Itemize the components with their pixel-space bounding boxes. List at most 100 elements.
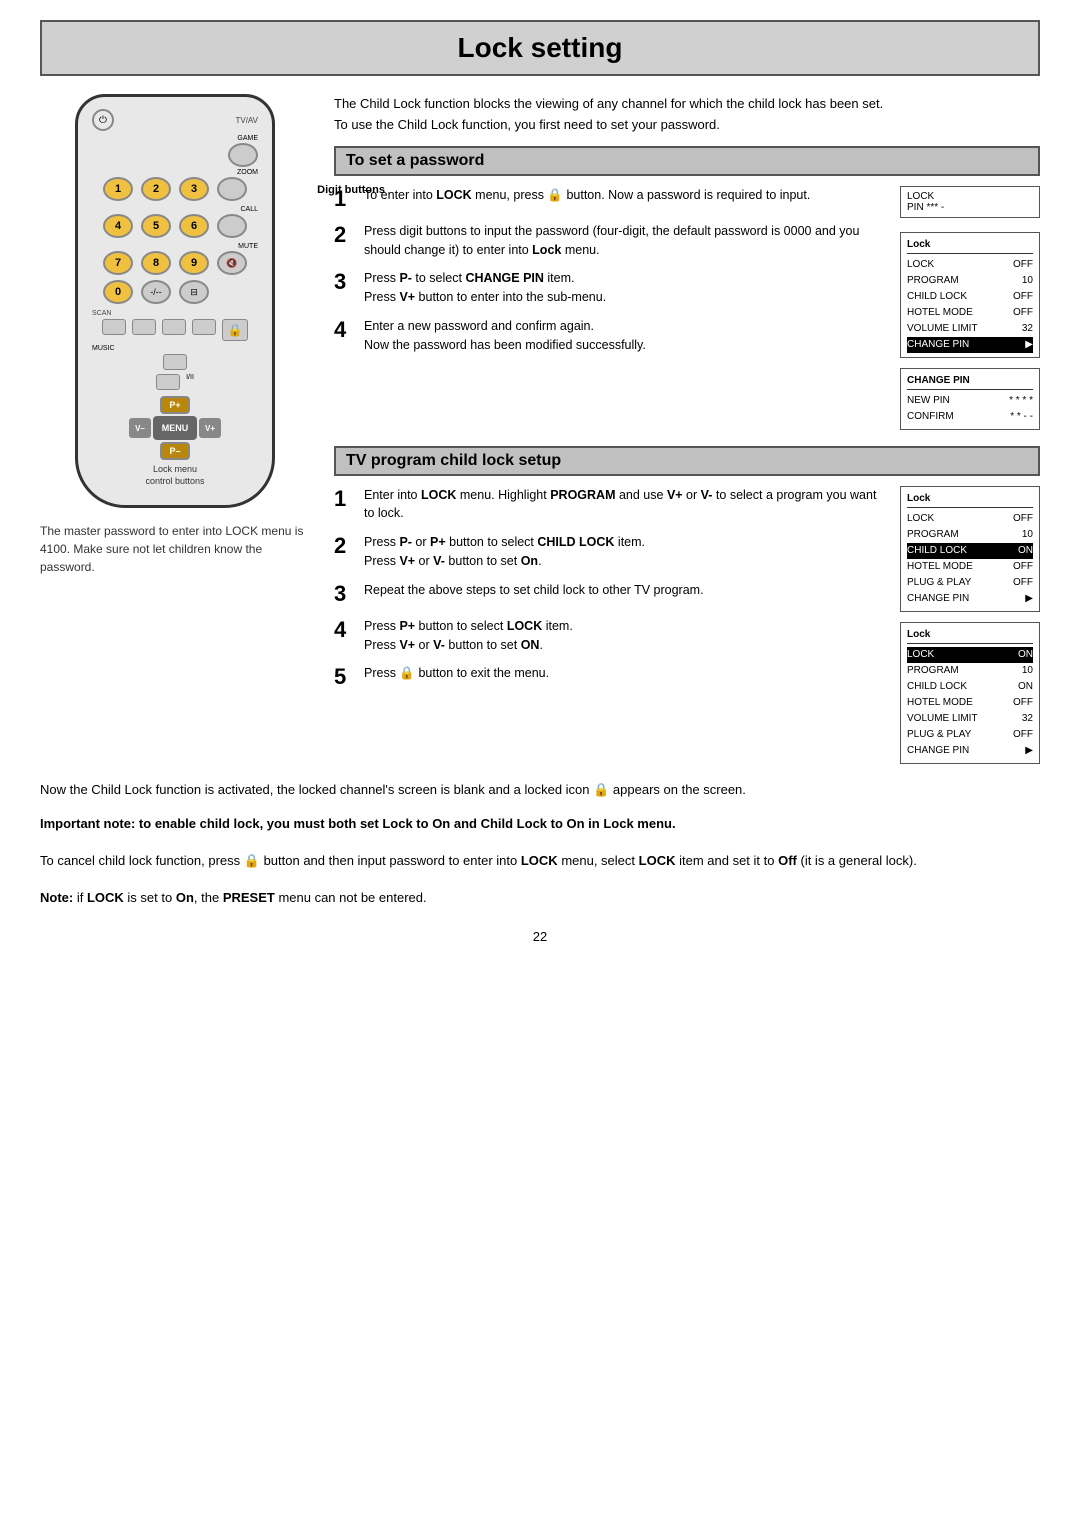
call-label: CALL: [92, 206, 258, 213]
lock-screen1-row5: VOLUME LIMIT32: [907, 321, 1033, 337]
lock-screen2: Lock LOCKOFF PROGRAM10 CHILD LOCKON HOTE…: [900, 486, 1040, 612]
rec-button[interactable]: [132, 319, 156, 335]
s2-step1: 1 Enter into LOCK menu. Highlight PROGRA…: [334, 486, 888, 524]
btn-9[interactable]: 9: [179, 251, 209, 275]
section1-header: To set a password: [334, 146, 1040, 176]
subtitle-button[interactable]: ⊟: [179, 280, 209, 304]
p-plus-button[interactable]: P+: [160, 396, 190, 414]
btn-5[interactable]: 5: [141, 214, 171, 238]
btn-4[interactable]: 4: [103, 214, 133, 238]
ls2-row2: PROGRAM10: [907, 527, 1033, 543]
step1-text: To enter into LOCK menu, press 🔒 button.…: [364, 186, 810, 212]
important-note: Important note: to enable child lock, yo…: [40, 814, 1040, 835]
change-pin-row1: NEW PIN* * * *: [907, 393, 1033, 409]
ls2-row4: HOTEL MODEOFF: [907, 559, 1033, 575]
power-button[interactable]: ⏻: [92, 109, 114, 131]
lock-screen1-row3: CHILD LOCKOFF: [907, 289, 1033, 305]
step3: 3 Press P- to select CHANGE PIN item.Pre…: [334, 269, 888, 307]
step2-num: 2: [334, 222, 356, 260]
btn-2[interactable]: 2: [141, 177, 171, 201]
ls2-row3: CHILD LOCKON: [907, 543, 1033, 559]
music-button[interactable]: [163, 354, 187, 370]
lock-screen1-row1: LOCKOFF: [907, 257, 1033, 273]
lock-screen1-row4: HOTEL MODEOFF: [907, 305, 1033, 321]
ls2-row6: CHANGE PIN▶: [907, 591, 1033, 607]
section2-header: TV program child lock setup: [334, 446, 1040, 476]
preset-note: Note: if LOCK is set to On, the PRESET m…: [40, 888, 1040, 909]
ls3-row1: LOCKON: [907, 647, 1033, 663]
tv-av-button[interactable]: [228, 143, 258, 167]
ls3-row3: CHILD LOCKON: [907, 679, 1033, 695]
btn-0[interactable]: 0: [103, 280, 133, 304]
p-minus-button[interactable]: P–: [160, 442, 190, 460]
cancel-note: To cancel child lock function, press 🔒 b…: [40, 851, 1040, 872]
scan-label: SCAN: [92, 310, 111, 317]
step4-text: Enter a new password and confirm again.N…: [364, 317, 646, 355]
pin-line1: LOCK: [907, 191, 1033, 202]
ls3-row4: HOTEL MODEOFF: [907, 695, 1033, 711]
section2-screens: Lock LOCKOFF PROGRAM10 CHILD LOCKON HOTE…: [900, 486, 1040, 764]
digit-buttons-label: Digit buttons: [317, 184, 385, 196]
ls3-row5: VOLUME LIMIT32: [907, 711, 1033, 727]
pin-line2: PIN *** -: [907, 202, 1033, 213]
section2-steps: 1 Enter into LOCK menu. Highlight PROGRA…: [334, 486, 888, 764]
i-ii-button[interactable]: [156, 374, 180, 390]
page-title: Lock setting: [40, 20, 1040, 76]
zoom-label: ZOOM: [92, 169, 258, 176]
btn-1[interactable]: 1: [103, 177, 133, 201]
mute-button[interactable]: 🔇: [217, 251, 247, 275]
s2-step3-text: Repeat the above steps to set child lock…: [364, 581, 704, 607]
lock-screen3: Lock LOCKON PROGRAM10 CHILD LOCKON HOTEL…: [900, 622, 1040, 764]
s2-step4-text: Press P+ button to select LOCK item.Pres…: [364, 617, 573, 655]
prev-button[interactable]: [192, 319, 216, 335]
ls3-row6: PLUG & PLAYOFF: [907, 727, 1033, 743]
change-pin-row2: CONFIRM* * - -: [907, 409, 1033, 425]
section1-steps: 1 To enter into LOCK menu, press 🔒 butto…: [334, 186, 888, 430]
bottom-note1: Now the Child Lock function is activated…: [40, 780, 1040, 801]
remote-caption: The master password to enter into LOCK m…: [40, 522, 310, 576]
v-minus-button[interactable]: V–: [129, 418, 151, 438]
step2-text: Press digit buttons to input the passwor…: [364, 222, 888, 260]
step3-text: Press P- to select CHANGE PIN item.Press…: [364, 269, 606, 307]
menu-button[interactable]: MENU: [153, 416, 197, 440]
step1: 1 To enter into LOCK menu, press 🔒 butto…: [334, 186, 888, 212]
lock-screen1-row6: CHANGE PIN▶: [907, 337, 1033, 353]
scan-button[interactable]: [102, 319, 126, 335]
step4-num: 4: [334, 317, 356, 355]
ls3-row7: CHANGE PIN▶: [907, 743, 1033, 759]
lock-screen3-title: Lock: [907, 627, 1033, 644]
i-ii-label: I/II: [186, 374, 194, 390]
s2-step3: 3 Repeat the above steps to set child lo…: [334, 581, 888, 607]
change-pin-title: CHANGE PIN: [907, 373, 1033, 390]
change-pin-screen: CHANGE PIN NEW PIN* * * * CONFIRM* * - -: [900, 368, 1040, 430]
btn-3[interactable]: 3: [179, 177, 209, 201]
ls2-row1: LOCKOFF: [907, 511, 1033, 527]
step2: 2 Press digit buttons to input the passw…: [334, 222, 888, 260]
btn-7[interactable]: 7: [103, 251, 133, 275]
step3-num: 3: [334, 269, 356, 307]
lock-button[interactable]: 🔒: [222, 319, 248, 341]
s2-step5-text: Press 🔒 button to exit the menu.: [364, 664, 549, 690]
call-button[interactable]: [217, 214, 247, 238]
game-label: GAME: [92, 135, 258, 142]
play-button[interactable]: [162, 319, 186, 335]
music-label: MUSIC: [92, 345, 258, 352]
intro-text: The Child Lock function blocks the viewi…: [334, 94, 1040, 136]
step4: 4 Enter a new password and confirm again…: [334, 317, 888, 355]
s2-step2: 2 Press P- or P+ button to select CHILD …: [334, 533, 888, 571]
s2-step3-num: 3: [334, 581, 356, 607]
lock-menu-label: Lock menucontrol buttons: [92, 464, 258, 487]
s2-step4: 4 Press P+ button to select LOCK item.Pr…: [334, 617, 888, 655]
remote-control: ⏻ TV/AV GAME ZOOM 1 2 3 CALL 4: [75, 94, 275, 508]
v-plus-button[interactable]: V+: [199, 418, 221, 438]
tv-av-label: TV/AV: [235, 116, 258, 125]
s2-step2-text: Press P- or P+ button to select CHILD LO…: [364, 533, 645, 571]
dash-button[interactable]: -/--: [141, 280, 171, 304]
zoom-button[interactable]: [217, 177, 247, 201]
btn-6[interactable]: 6: [179, 214, 209, 238]
mute-label: MUTE: [92, 243, 258, 250]
s2-step5: 5 Press 🔒 button to exit the menu.: [334, 664, 888, 690]
s2-step5-num: 5: [334, 664, 356, 690]
ls3-row2: PROGRAM10: [907, 663, 1033, 679]
btn-8[interactable]: 8: [141, 251, 171, 275]
